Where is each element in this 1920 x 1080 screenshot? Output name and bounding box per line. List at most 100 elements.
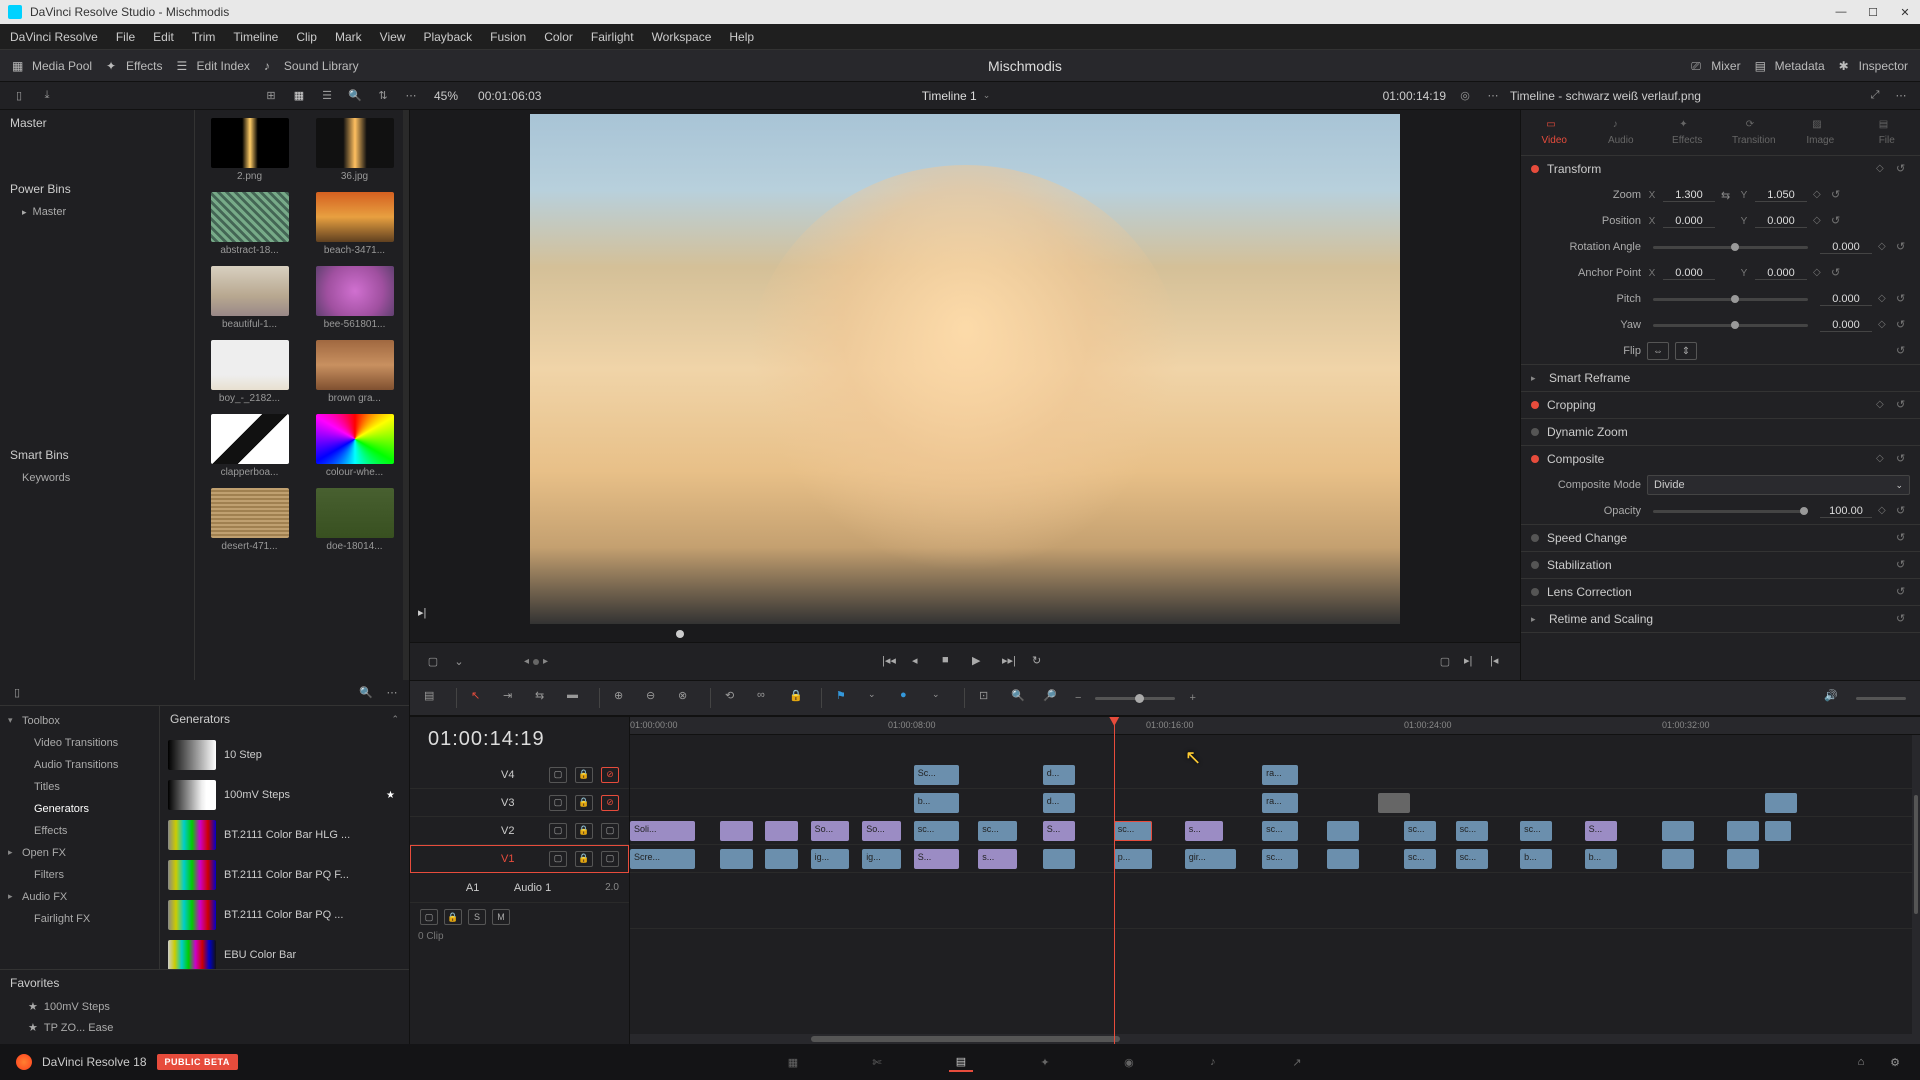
timeline-timecode[interactable]: 01:00:14:19 [428,728,545,751]
monitor-volume-icon[interactable]: 🔊 [1824,689,1842,707]
timeline-clip[interactable] [1765,821,1791,841]
pitch-slider[interactable] [1653,298,1808,301]
timeline-clip[interactable] [1727,849,1759,869]
selection-tool-icon[interactable]: ↖ [471,689,489,707]
position-y-field[interactable]: 0.000 [1755,215,1807,228]
flip-vertical-button[interactable]: ⇕ [1675,342,1697,360]
menu-color[interactable]: Color [544,30,573,44]
generator-item[interactable]: BT.2111 Color Bar PQ F... [164,856,405,894]
timeline-clip[interactable]: ig... [811,849,850,869]
video-transitions-node[interactable]: Video Transitions [0,732,159,754]
marker-icon[interactable]: ● [900,689,918,707]
timeline-clip[interactable]: d... [1043,765,1075,785]
expand-icon[interactable]: ⤢ [1866,87,1884,105]
options-icon[interactable]: ⋯ [402,87,420,105]
timeline-clip[interactable]: sc... [1520,821,1552,841]
audiofx-node[interactable]: Audio FX [0,886,159,908]
loop-icon[interactable]: ↻ [1032,654,1048,670]
reset-icon[interactable]: ↺ [1896,398,1910,412]
keyframe-icon[interactable]: ◇ [1813,189,1825,201]
clip-thumbnail[interactable] [316,118,394,168]
clip-thumbnail[interactable] [211,118,289,168]
timeline-clip[interactable]: So... [811,821,850,841]
playhead[interactable] [1114,717,1115,1044]
lock-button[interactable]: 🔒 [575,767,593,783]
generators-node[interactable]: Generators [0,798,159,820]
titles-node[interactable]: Titles [0,776,159,798]
go-to-start-icon[interactable]: |◂◂ [882,654,898,670]
master-bin[interactable]: Master [0,110,194,136]
anchor-y-field[interactable]: 0.000 [1755,267,1807,280]
effects-layout-icon[interactable]: ▯ [8,684,26,702]
timeline-clip[interactable]: S... [1585,821,1617,841]
v1-header[interactable]: V1 ▢ 🔒 ▢ [410,845,629,873]
prev-clip-icon[interactable]: |◂ [1490,654,1506,670]
menu-timeline[interactable]: Timeline [233,30,278,44]
mute-button[interactable]: M [492,909,510,925]
zoom-x-field[interactable]: 1.300 [1663,189,1715,202]
timeline-clip[interactable]: sc... [1404,821,1436,841]
enable-button[interactable]: ▢ [601,851,619,867]
clip-thumbnail[interactable] [211,340,289,390]
enable-button[interactable]: ▢ [601,823,619,839]
menu-davinci-resolve[interactable]: DaVinci Resolve [10,30,98,44]
inspector-tab-transition[interactable]: ⟳Transition [1721,110,1788,155]
close-button[interactable]: ✕ [1898,5,1912,19]
filters-node[interactable]: Filters [0,864,159,886]
timeline-clip[interactable]: sc... [1404,849,1436,869]
keyframe-icon[interactable]: ◇ [1878,241,1890,253]
reset-icon[interactable]: ↺ [1896,240,1910,254]
v1-track[interactable]: Scre...ig...ig...S...s...p...gir...sc...… [630,845,1920,873]
smart-bins-header[interactable]: Smart Bins [0,442,194,468]
reset-icon[interactable]: ↺ [1831,188,1845,202]
cut-page-icon[interactable]: ✄ [865,1052,889,1072]
scrollbar-thumb[interactable] [1914,795,1918,915]
timeline-clip[interactable]: sc... [978,821,1017,841]
deliver-page-icon[interactable]: ↗ [1285,1052,1309,1072]
anchor-x-field[interactable]: 0.000 [1663,267,1715,280]
inspector-tab-effects[interactable]: ✦Effects [1654,110,1721,155]
media-clip[interactable]: bee-561801... [308,266,401,330]
media-clip[interactable]: doe-18014... [308,488,401,552]
menu-clip[interactable]: Clip [296,30,317,44]
timeline-clip[interactable]: p... [1114,849,1153,869]
timeline-clip[interactable]: S... [914,849,959,869]
rotation-field[interactable]: 0.000 [1820,241,1872,254]
transform-header[interactable]: Transform ◇ ↺ [1521,156,1920,182]
insert-clip-icon[interactable]: ⊕ [614,689,632,707]
viewer-zoom[interactable]: 45% [434,89,458,103]
next-clip-icon[interactable]: ▸| [1464,654,1480,670]
a1-header[interactable]: A1 Audio 1 2.0 [410,873,629,903]
keyframe-icon[interactable]: ◇ [1813,215,1825,227]
edit-page-icon[interactable]: ▤ [949,1052,973,1072]
dynamic-trim-icon[interactable]: ⇆ [535,689,553,707]
menu-mark[interactable]: Mark [335,30,362,44]
flip-horizontal-button[interactable]: ⇔ [1647,342,1669,360]
composite-mode-select[interactable]: Divide⌄ [1647,475,1910,495]
media-clip[interactable]: abstract-18... [203,192,296,256]
audio-transitions-node[interactable]: Audio Transitions [0,754,159,776]
reset-icon[interactable]: ↺ [1896,612,1910,626]
inspector-tab-audio[interactable]: ♪Audio [1588,110,1655,155]
media-clip[interactable]: brown gra... [308,340,401,404]
reset-icon[interactable]: ↺ [1896,292,1910,306]
lock-button[interactable]: 🔒 [575,795,593,811]
menu-playback[interactable]: Playback [423,30,472,44]
timeline-ruler[interactable]: 01:00:00:0001:00:08:0001:00:16:0001:00:2… [630,717,1920,735]
reset-icon[interactable]: ↺ [1896,318,1910,332]
toolbox-node[interactable]: Toolbox [0,710,159,732]
clip-thumbnail[interactable] [211,414,289,464]
timeline-clip[interactable] [1043,849,1075,869]
timeline-clip[interactable] [1327,821,1359,841]
match-frame-indicator[interactable]: ◂ ▸ [524,656,548,667]
media-clip[interactable]: beach-3471... [308,192,401,256]
list-view-icon[interactable]: ☰ [318,87,336,105]
flag-dropdown-icon[interactable]: ⌄ [868,689,886,707]
reset-icon[interactable]: ↺ [1831,266,1845,280]
position-x-field[interactable]: 0.000 [1663,215,1715,228]
v2-track[interactable]: Soli...So...So...sc...sc...S...sc...s...… [630,817,1920,845]
timeline-clip[interactable]: Sc... [914,765,959,785]
menu-edit[interactable]: Edit [153,30,174,44]
a1-track[interactable] [630,873,1920,929]
inspector-toggle[interactable]: ✱Inspector [1839,59,1908,73]
